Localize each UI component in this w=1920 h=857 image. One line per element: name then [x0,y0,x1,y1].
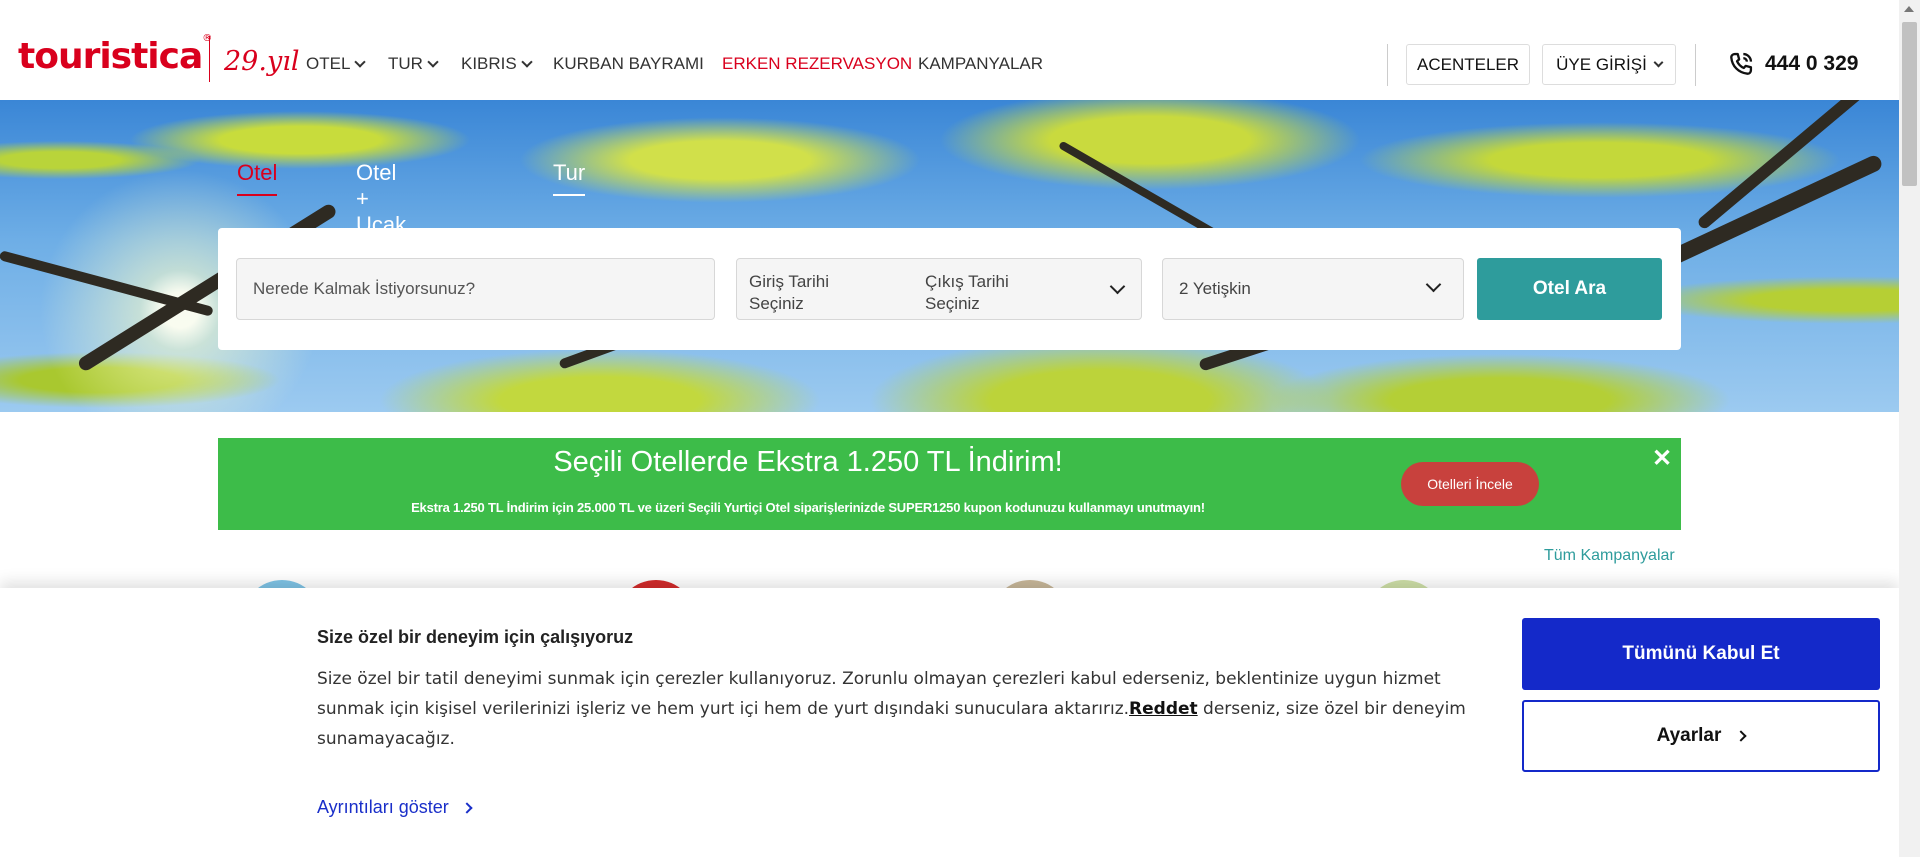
cookie-consent-banner: Size özel bir deneyim için çalışıyoruz S… [0,588,1899,857]
nav-item-tur[interactable]: TUR [388,54,439,74]
anniversary-logo: 29.yıl [224,46,300,77]
scrollbar-thumb[interactable] [1902,22,1917,186]
nav-item-kurban-bayrami[interactable]: KURBAN BAYRAMI [553,54,704,74]
page-scrollbar[interactable] [1899,0,1920,857]
nav-item-kampanyalar[interactable]: KAMPANYALAR [918,54,1043,74]
nav-item-erken-rezervasyon[interactable]: ERKEN REZERVASYON [722,54,912,74]
show-details-link[interactable]: Ayrıntıları göster [317,797,473,818]
agencies-button[interactable]: ACENTELER [1406,44,1530,85]
chevron-down-icon [427,55,439,68]
chevron-down-icon [1425,276,1442,293]
logo-divider [209,36,210,82]
checkin-date-field[interactable]: Giriş Tarihi Seçiniz [749,271,879,315]
chevron-right-icon [1735,730,1748,742]
hotel-search-button[interactable]: Otel Ara [1477,258,1662,320]
chevron-down-icon [1653,57,1664,67]
phone-number[interactable]: 444 0 329 [1727,50,1858,78]
touristica-logo[interactable]: touristica® [18,33,212,77]
chevron-right-icon [461,801,473,814]
guests-select[interactable]: 2 Yetişkin [1162,258,1464,320]
checkout-date-field[interactable]: Çıkış Tarihi Seçiniz [925,271,1055,315]
date-range-picker[interactable]: Giriş Tarihi Seçiniz Çıkış Tarihi Seçini… [736,258,1142,320]
tree-branch [0,250,214,317]
member-login-button[interactable]: ÜYE GİRİŞİ [1542,44,1676,85]
hotel-search-form: Giriş Tarihi Seçiniz Çıkış Tarihi Seçini… [218,228,1681,350]
promo-subtitle: Ekstra 1.250 TL İndirim için 25.000 TL v… [411,500,1205,515]
site-header: touristica® 29.yıl OTEL TUR KIBRIS KURBA… [0,0,1899,100]
scroll-up-arrow-icon[interactable] [1904,6,1914,12]
phone-icon [1730,52,1753,75]
tab-otel[interactable]: Otel [237,160,278,196]
destination-input[interactable] [236,258,715,320]
promo-title: Seçili Otellerde Ekstra 1.250 TL İndirim… [553,446,1063,478]
guests-value: 2 Yetişkin [1179,279,1251,298]
cookie-description: Size özel bir tatil deneyimi sunmak için… [317,669,1466,749]
close-icon[interactable]: ✕ [1652,444,1672,473]
chevron-down-icon [1109,278,1126,295]
cookie-settings-button[interactable]: Ayarlar [1522,700,1880,772]
coupon-code: SUPER1250 [888,500,961,515]
header-divider [1387,44,1388,86]
chevron-down-icon [354,55,367,68]
accept-all-button[interactable]: Tümünü Kabul Et [1522,618,1880,690]
cookie-title: Size özel bir deneyim için çalışıyoruz [317,627,634,647]
chevron-down-icon [521,55,533,68]
header-divider [1695,44,1696,86]
tab-tur[interactable]: Tur [553,160,586,196]
promo-banner: Seçili Otellerde Ekstra 1.250 TL İndirim… [218,438,1681,530]
nav-item-kibris[interactable]: KIBRIS [461,54,533,74]
nav-item-otel[interactable]: OTEL [306,54,367,74]
all-campaigns-link[interactable]: Tüm Kampanyalar [1544,547,1675,565]
reject-link[interactable]: Reddet [1129,699,1198,719]
view-hotels-button[interactable]: Otelleri İncele [1401,462,1539,506]
